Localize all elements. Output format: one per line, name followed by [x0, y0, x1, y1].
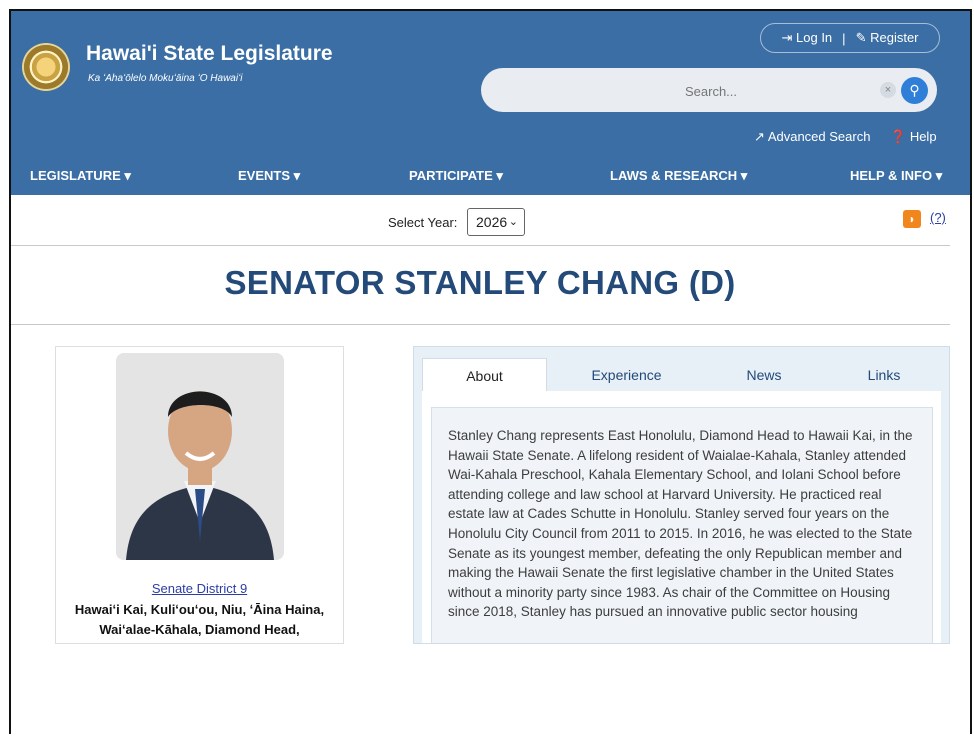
- search-bar: × ⚲: [481, 68, 941, 114]
- profile-card: Senate District 9 Hawaiʻi Kai, Kuliʻouʻo…: [55, 346, 344, 644]
- login-label: Log In: [796, 30, 833, 45]
- search-icon[interactable]: ⚲: [901, 77, 928, 104]
- tab-content: Stanley Chang represents East Honolulu, …: [422, 391, 941, 643]
- nav-participate[interactable]: PARTICIPATE ▾: [409, 168, 503, 184]
- district-areas-line: Hawaiʻi Kai, Kuliʻouʻou, Niu, ʻĀina Hain…: [74, 602, 325, 617]
- chevron-down-icon: ⌄: [508, 216, 518, 228]
- portrait-illustration: [116, 353, 284, 560]
- site-title[interactable]: Hawai'i State Legislature: [86, 42, 333, 66]
- page-title: SENATOR STANLEY CHANG (D): [224, 264, 736, 301]
- advanced-search-label: Advanced Search: [767, 129, 871, 144]
- help-link[interactable]: ❓ Help: [890, 129, 937, 145]
- senate-district-link[interactable]: Senate District 9: [56, 581, 343, 596]
- rss-help-link[interactable]: (?): [930, 210, 946, 225]
- site-subtitle: Ka ʻAhaʻōlelo Mokuʻāina ʻO Hawaiʻi: [88, 73, 243, 84]
- question-circle-icon: ❓: [890, 129, 907, 144]
- clear-search-icon[interactable]: ×: [880, 82, 896, 98]
- year-select[interactable]: 2026 ⌄: [467, 208, 525, 236]
- edit-icon: ✎: [855, 30, 867, 45]
- district-areas: Hawaiʻi Kai, Kuliʻouʻou, Niu, ʻĀina Hain…: [56, 600, 343, 640]
- rss-feed-icon[interactable]: ◗: [903, 210, 921, 228]
- senator-photo: [116, 353, 284, 560]
- external-link-icon: ↗: [754, 129, 765, 144]
- nav-help-info[interactable]: HELP & INFO ▾: [850, 168, 942, 184]
- help-label: Help: [909, 129, 937, 144]
- login-button[interactable]: ⇥ Log In: [781, 30, 832, 46]
- tab-links[interactable]: Links: [829, 358, 939, 392]
- nav-legislature[interactable]: LEGISLATURE ▾: [30, 168, 131, 184]
- register-label: Register: [870, 30, 919, 45]
- search-input[interactable]: [481, 68, 941, 114]
- state-seal-logo[interactable]: [24, 45, 68, 89]
- tab-experience[interactable]: Experience: [554, 358, 699, 392]
- year-label: Select Year:: [388, 215, 458, 230]
- register-button[interactable]: ✎ Register: [856, 30, 919, 46]
- nav-events[interactable]: EVENTS ▾: [238, 168, 300, 184]
- tab-news[interactable]: News: [704, 358, 824, 392]
- advanced-search-link[interactable]: ↗ Advanced Search: [754, 129, 870, 145]
- district-areas-line: Waiʻalae-Kāhala, Diamond Head,: [99, 622, 300, 637]
- year-value: 2026: [476, 214, 508, 230]
- divider: [11, 324, 950, 325]
- auth-pill: ⇥ Log In | ✎ Register: [760, 23, 940, 53]
- auth-separator: |: [842, 30, 846, 46]
- nav-laws-research[interactable]: LAWS & RESEARCH ▾: [610, 168, 747, 184]
- login-icon: ⇥: [781, 30, 793, 45]
- bio-tab-panel: About Experience News Links Stanley Chan…: [413, 346, 950, 644]
- divider: [11, 245, 950, 246]
- about-box: Stanley Chang represents East Honolulu, …: [431, 407, 933, 643]
- tab-about[interactable]: About: [422, 358, 547, 392]
- about-text: Stanley Chang represents East Honolulu, …: [448, 428, 913, 620]
